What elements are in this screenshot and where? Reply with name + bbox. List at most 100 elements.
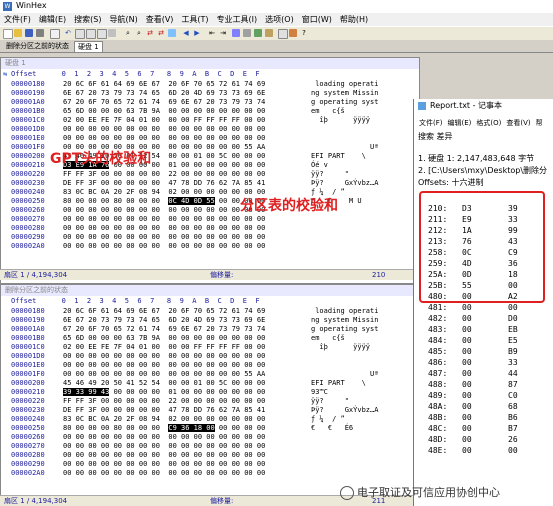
next-sector-icon[interactable]: ⇥ xyxy=(219,29,227,37)
row-text[interactable]: 93™C xyxy=(311,388,328,397)
hex-row[interactable]: 000001B0 65 6D 00 00 00 63 7B 9A 00 00 00… xyxy=(1,107,419,116)
row-hex[interactable]: 20 6C 6F 61 64 69 6E 67 20 6F 70 65 72 6… xyxy=(63,80,265,89)
cut-icon[interactable] xyxy=(75,29,85,39)
go-to-sector-icon[interactable]: ⇤ xyxy=(208,29,216,37)
menu-edit[interactable]: 编辑(E) xyxy=(35,13,70,26)
hex-row[interactable]: 00000240 83 0C BC 0A 20 2F 08 94 02 00 00… xyxy=(1,188,419,197)
row-text[interactable]: Óé v xyxy=(311,161,328,170)
menu-window[interactable]: 窗口(W) xyxy=(298,13,336,26)
row-hex[interactable]: 6E 67 20 73 79 73 74 65 6D 20 4D 69 73 7… xyxy=(63,89,265,98)
ram-editor-icon[interactable] xyxy=(243,29,251,37)
row-hex[interactable]: 65 6D 00 00 00 63 7B 9A 00 00 00 00 00 0… xyxy=(63,334,265,343)
find-text-icon[interactable]: ⌕ xyxy=(124,29,132,37)
hex-row[interactable]: 000001F0 00 00 00 00 00 00 00 00 00 00 00… xyxy=(1,370,419,379)
menu-file[interactable]: 文件(F) xyxy=(0,13,35,26)
np-menu-format[interactable]: 格式(O) xyxy=(476,119,501,127)
row-hex[interactable]: 00 00 00 00 00 00 00 00 00 00 00 00 00 0… xyxy=(63,125,265,134)
row-hex[interactable]: 00 00 00 00 00 00 00 00 00 00 00 00 00 0… xyxy=(63,242,265,251)
row-hex[interactable]: 00 00 00 00 00 00 00 00 00 00 00 00 00 0… xyxy=(63,370,265,379)
bookmark-icon[interactable] xyxy=(289,29,297,37)
calculator-icon[interactable] xyxy=(254,29,262,37)
hex-row[interactable]: 000002A0 00 00 00 00 00 00 00 00 00 00 00… xyxy=(1,469,419,478)
np-menu-file[interactable]: 文件(F) xyxy=(419,119,443,127)
go-back-icon[interactable]: ◀ xyxy=(182,29,190,37)
hex-row[interactable]: 00000250 80 00 00 00 80 00 00 00 0C 4D 0D… xyxy=(1,197,419,206)
hex-row[interactable]: 00000230 DE FF 3F 00 00 00 00 00 47 78 DD… xyxy=(1,406,419,415)
row-hex[interactable]: 00 00 00 00 00 00 00 00 00 00 00 00 00 0… xyxy=(63,469,265,478)
row-hex[interactable]: DE FF 3F 00 00 00 00 00 47 78 DD 76 62 7… xyxy=(63,406,265,415)
menu-pro-tools[interactable]: 专业工具(I) xyxy=(213,13,262,26)
save-icon[interactable] xyxy=(25,29,33,37)
hex-pane-before-delete[interactable]: 删除分区之前的状态 Offset 0 1 2 3 4 5 6 7 8 9 A B… xyxy=(0,284,420,498)
row-hex[interactable]: 00 00 00 00 00 00 00 00 00 00 00 00 00 0… xyxy=(63,233,265,242)
hex-pane-disk1[interactable]: 硬盘 1 ⇆ Offset 0 1 2 3 4 5 6 7 8 9 A B C D… xyxy=(0,57,420,284)
row-text[interactable]: îþ ÿÿÿÿ xyxy=(311,116,370,125)
row-text[interactable]: ng system Missin xyxy=(311,316,378,325)
replace-hex-icon[interactable]: ⇄ xyxy=(157,29,165,37)
row-hex[interactable]: 00 00 00 00 00 00 00 00 00 00 00 00 00 0… xyxy=(63,460,265,469)
hex-row[interactable]: 00000290 00 00 00 00 00 00 00 00 00 00 00… xyxy=(1,233,419,242)
menu-search[interactable]: 搜索(S) xyxy=(70,13,105,26)
row-hex[interactable]: 83 0C BC 0A 20 2F 08 94 02 00 00 00 00 0… xyxy=(63,415,265,424)
row-hex[interactable]: 45 46 49 20 50 41 52 54 00 00 01 00 5C 0… xyxy=(63,379,265,388)
np-menu-view[interactable]: 查看(V) xyxy=(506,119,530,127)
row-text[interactable]: EFI PART \ xyxy=(311,379,366,388)
row-hex[interactable]: FF FF 3F 00 00 00 00 00 22 00 00 00 00 0… xyxy=(63,397,265,406)
hex-row[interactable]: 00000180 20 6C 6F 61 64 69 6E 67 20 6F 70… xyxy=(1,307,419,316)
row-text[interactable]: ƒ ¼ / ” xyxy=(311,415,345,424)
copy-icon[interactable] xyxy=(86,29,96,39)
row-hex[interactable]: 00 00 00 00 00 00 00 00 00 00 00 00 00 0… xyxy=(63,451,265,460)
paste-special-icon[interactable] xyxy=(108,29,116,37)
compare-icon[interactable] xyxy=(278,29,288,39)
disk-editor-icon[interactable] xyxy=(232,29,240,37)
row-hex[interactable]: 02 00 EE FE 7F 04 01 00 00 00 FF FF FF F… xyxy=(63,116,265,125)
row-text[interactable]: g operating syst xyxy=(311,98,378,107)
hex-row[interactable]: 00000200 45 46 49 20 50 41 52 54 00 00 01… xyxy=(1,379,419,388)
row-hex[interactable]: 00 00 00 00 00 00 00 00 00 00 00 00 00 0… xyxy=(63,134,265,143)
row-text[interactable]: EFI PART \ xyxy=(311,152,366,161)
row-text[interactable]: em c{š xyxy=(311,107,345,116)
row-hex[interactable]: 67 20 6F 70 65 72 61 74 69 6E 67 20 73 7… xyxy=(63,98,265,107)
row-text[interactable]: Þÿ? GxÝvbz…A xyxy=(311,179,378,188)
help-icon[interactable]: ? xyxy=(300,29,308,37)
menu-options[interactable]: 选项(O) xyxy=(261,13,298,26)
go-forward-icon[interactable]: ▶ xyxy=(193,29,201,37)
undo-icon[interactable]: ↶ xyxy=(64,29,72,37)
hex-row[interactable]: 000001E0 00 00 00 00 00 00 00 00 00 00 00… xyxy=(1,134,419,143)
row-text[interactable]: em c{š xyxy=(311,334,345,343)
hash-icon[interactable] xyxy=(265,29,273,37)
hex-row[interactable]: 00000250 80 00 00 00 80 00 00 00 C9 36 18… xyxy=(1,424,419,433)
nav-arrows-icon[interactable]: ⇆ xyxy=(3,69,7,79)
hex-row[interactable]: 000001D0 00 00 00 00 00 00 00 00 00 00 00… xyxy=(1,352,419,361)
hex-row[interactable]: 00000210 39 33 99 43 00 00 00 00 01 00 00… xyxy=(1,388,419,397)
paste-icon[interactable] xyxy=(97,29,107,39)
row-hex[interactable]: 00 00 00 00 00 00 00 00 00 00 00 00 00 0… xyxy=(63,224,265,233)
row-hex[interactable]: 00 00 00 00 00 00 00 00 00 00 00 00 00 0… xyxy=(63,352,265,361)
hex-row[interactable]: 00000290 00 00 00 00 00 00 00 00 00 00 00… xyxy=(1,460,419,469)
row-hex[interactable]: 83 0C BC 0A 20 2F 08 94 02 00 00 00 00 0… xyxy=(63,188,265,197)
tab-disk-1[interactable]: 硬盘 1 xyxy=(74,41,103,52)
hex-row[interactable]: 00000280 00 00 00 00 00 00 00 00 00 00 00… xyxy=(1,224,419,233)
hex-row[interactable]: 00000180 20 6C 6F 61 64 69 6E 67 20 6F 70… xyxy=(1,80,419,89)
np-menu-help[interactable]: 帮 xyxy=(536,119,543,127)
hex-row[interactable]: 000001B0 65 6D 00 00 00 63 7B 9A 00 00 00… xyxy=(1,334,419,343)
properties-icon[interactable] xyxy=(50,29,60,39)
hex-row[interactable]: 000001E0 00 00 00 00 00 00 00 00 00 00 00… xyxy=(1,361,419,370)
hex-row[interactable]: 00000230 DE FF 3F 00 00 00 00 00 47 78 DD… xyxy=(1,179,419,188)
hex-row[interactable]: 000001A0 67 20 6F 70 65 72 61 74 69 6E 67… xyxy=(1,98,419,107)
replace-icon[interactable]: ⇄ xyxy=(146,29,154,37)
menu-navigate[interactable]: 导航(N) xyxy=(105,13,141,26)
row-hex[interactable]: 00 00 00 00 00 00 00 00 00 00 00 00 00 0… xyxy=(63,361,265,370)
row-hex[interactable]: 39 33 99 43 00 00 00 00 01 00 00 00 00 0… xyxy=(63,388,265,397)
row-text[interactable]: loading operati xyxy=(311,307,378,316)
row-hex[interactable]: 00 00 00 00 00 00 00 00 00 00 00 00 00 0… xyxy=(63,206,265,215)
hex-row[interactable]: 00000190 6E 67 20 73 79 73 74 65 6D 20 4D… xyxy=(1,316,419,325)
row-hex[interactable]: 80 00 00 00 80 00 00 00 C9 36 18 00 00 0… xyxy=(63,424,265,433)
hex-row[interactable]: 00000190 6E 67 20 73 79 73 74 65 6D 20 4D… xyxy=(1,89,419,98)
row-text[interactable]: îþ ÿÿÿÿ xyxy=(311,343,370,352)
row-text[interactable]: Uª xyxy=(311,370,378,379)
print-icon[interactable] xyxy=(36,29,44,37)
new-file-icon[interactable] xyxy=(3,29,13,39)
row-hex[interactable]: 00 00 00 00 00 00 00 00 00 00 00 00 00 0… xyxy=(63,442,265,451)
hex-row[interactable]: 00000270 00 00 00 00 00 00 00 00 00 00 00… xyxy=(1,442,419,451)
